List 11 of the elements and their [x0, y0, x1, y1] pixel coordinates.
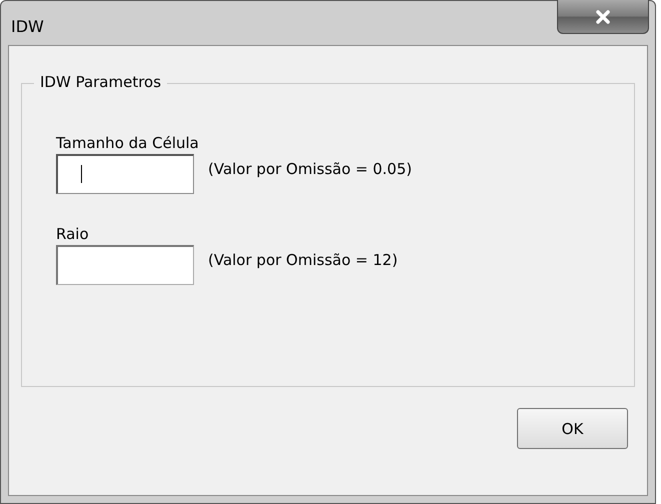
- input-field[interactable]: [56, 154, 194, 194]
- close-button[interactable]: [557, 0, 649, 34]
- field-label: Raio: [56, 225, 90, 243]
- input-field[interactable]: [56, 245, 194, 285]
- close-icon: [595, 10, 611, 24]
- text-cursor: [81, 165, 82, 183]
- window-title: IDW: [11, 17, 44, 36]
- default-value-hint: (Valor por Omissão = 0.05): [208, 160, 412, 178]
- ok-button[interactable]: OK: [517, 408, 628, 449]
- default-value-hint: (Valor por Omissão = 12): [208, 251, 398, 269]
- field-label: Tamanho da Célula: [56, 134, 200, 152]
